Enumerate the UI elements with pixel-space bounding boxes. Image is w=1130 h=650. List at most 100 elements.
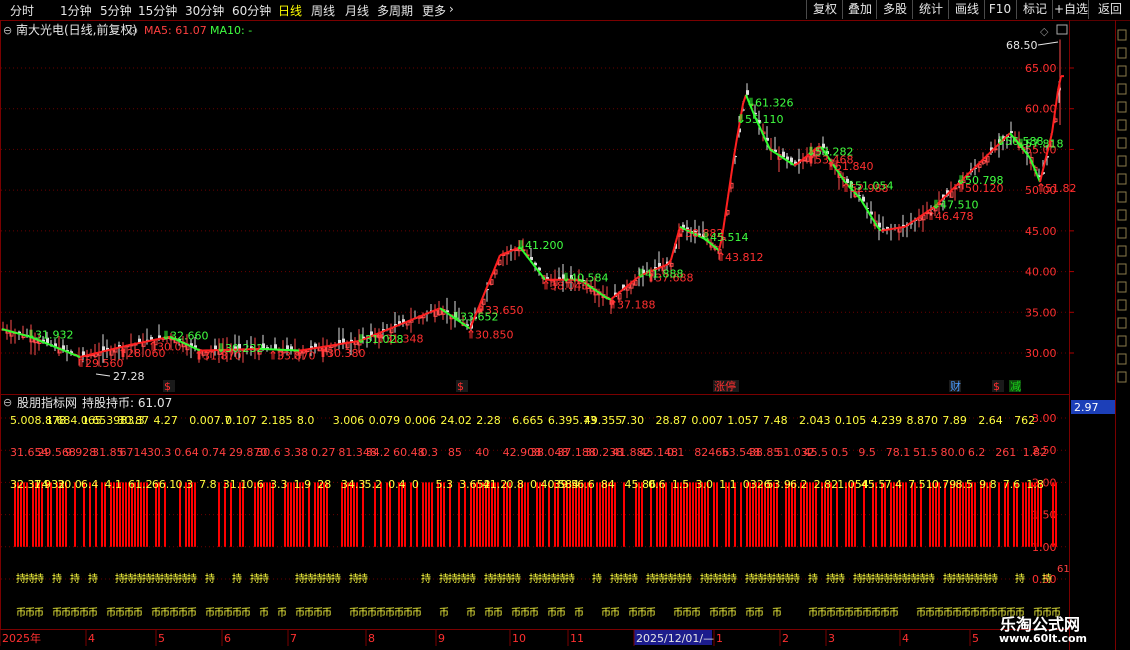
sell-point-label: 53.282 xyxy=(815,146,854,159)
event-marker[interactable]: $ xyxy=(164,380,171,393)
sidebar-glyph xyxy=(1117,227,1127,239)
hold-glyph: 持 xyxy=(592,572,602,585)
diamond-icon[interactable]: ◇ xyxy=(1040,25,1049,38)
panel-toggle-icon[interactable] xyxy=(1056,24,1068,35)
indicator-bar xyxy=(965,482,967,547)
sidebar-glyph xyxy=(1117,155,1127,167)
indicator-bar xyxy=(134,482,136,547)
trend-segment xyxy=(511,248,516,252)
indicator-bar xyxy=(650,482,652,547)
period-tab-1[interactable]: 1分钟 xyxy=(60,2,92,19)
toolbar-button-0[interactable]: 复权 xyxy=(806,0,843,19)
indicator-bar xyxy=(242,482,244,547)
coin-glyph: 币 xyxy=(412,607,422,619)
period-tab-4[interactable]: 30分钟 xyxy=(185,2,224,19)
indicator-value: 8.870 xyxy=(907,414,939,427)
annotate-button[interactable]: 标记 xyxy=(1016,0,1053,19)
coin-glyph: 币 xyxy=(610,607,620,619)
sidebar-glyph xyxy=(1117,83,1127,95)
trend-line xyxy=(1,75,1064,359)
indicator-value: 0.4 xyxy=(388,478,406,491)
trend-segment xyxy=(391,325,396,329)
indicator-value: 1.82 xyxy=(1023,446,1048,459)
indicator-bar xyxy=(17,482,19,547)
sell-point-label: 40.584 xyxy=(570,272,609,285)
toolbar-button-7[interactable]: 返回 xyxy=(1088,0,1130,19)
buy-point-label: 30.380 xyxy=(327,347,366,360)
trend-segment xyxy=(502,251,507,255)
indicator-bar xyxy=(989,482,991,547)
toolbar-button-5[interactable]: F10 xyxy=(984,0,1015,19)
indicator-collapse-icon[interactable]: ⊖ xyxy=(3,396,12,409)
hold-glyph: 持 xyxy=(331,572,341,585)
period-tab-5[interactable]: 60分钟 xyxy=(232,2,271,19)
hold-glyph: 持 xyxy=(52,572,62,585)
indicator-bar xyxy=(425,482,427,547)
trend-segment xyxy=(526,255,531,261)
indicator-bar xyxy=(611,482,613,547)
period-tab-0[interactable]: 分时 xyxy=(10,2,34,19)
trend-segment xyxy=(85,353,90,357)
indicator-bar xyxy=(800,482,802,547)
trend-segment xyxy=(112,347,117,350)
indicator-value: 1.057 xyxy=(727,414,759,427)
event-marker[interactable]: $ xyxy=(993,380,1000,393)
indicator-value: 0.079 xyxy=(369,414,401,427)
toolbar-button-3[interactable]: 统计 xyxy=(912,0,949,19)
indicator-bar xyxy=(374,482,376,547)
event-marker[interactable]: 减 xyxy=(1010,380,1021,393)
event-marker[interactable]: $ xyxy=(457,380,464,393)
trend-segment xyxy=(13,331,18,335)
indicator-bar xyxy=(896,482,898,547)
indicator-bar xyxy=(83,482,85,547)
period-tab-3[interactable]: 15分钟 xyxy=(138,2,177,19)
indicator-bar xyxy=(272,482,274,547)
indicator-bar xyxy=(35,482,37,547)
indicator-bar xyxy=(986,482,988,547)
toolbar-button-1[interactable]: 叠加 xyxy=(842,0,877,19)
collapse-icon[interactable]: ⊖ xyxy=(3,24,12,37)
indicator-value: 4.27 xyxy=(153,414,178,427)
trend-segment xyxy=(406,319,411,323)
hold-glyph: 持 xyxy=(421,572,431,585)
toolbar-button-4[interactable]: 画线 xyxy=(948,0,985,19)
indicator-value: 9.8 xyxy=(979,478,997,491)
hold-glyph: 持 xyxy=(808,572,818,585)
period-tab-2[interactable]: 5分钟 xyxy=(100,2,132,19)
trend-segment xyxy=(433,308,438,312)
hold-glyph: 持 xyxy=(88,572,98,585)
period-toolbar: 分时 1分钟 5分钟 15分钟 30分钟 60分钟 日线 周线 月线 多周期 更多 › 复权 叠加 多股 统计… xyxy=(0,0,1130,21)
toolbar-button-2[interactable]: 多股 xyxy=(876,0,913,19)
period-tab-7[interactable]: 周线 xyxy=(311,2,335,19)
trend-segment xyxy=(385,328,390,332)
indicator-bar xyxy=(884,482,886,547)
low-price-label: 27.28 xyxy=(113,370,145,383)
price-grid xyxy=(1,67,1069,354)
indicator-bar xyxy=(713,482,715,547)
indicator-bar xyxy=(1052,482,1054,547)
event-marker[interactable]: 财 xyxy=(950,379,961,393)
indicator-bar xyxy=(755,482,757,547)
settings-icon[interactable]: ⊙ xyxy=(129,24,138,37)
hold-glyph: 持 xyxy=(727,572,737,585)
indicator-value: 6.665 xyxy=(512,414,544,427)
kline-chart[interactable]: 65.0060.0055.0050.0045.0040.0035.0030.00… xyxy=(0,20,1130,650)
sell-point-label: 50.798 xyxy=(965,174,1004,187)
trend-segment xyxy=(46,342,51,346)
period-tab-10[interactable]: 更多 xyxy=(422,2,446,19)
indicator-value: 2.82 xyxy=(814,478,839,491)
indicator-bar xyxy=(104,482,106,547)
date-label: 2 xyxy=(782,632,789,645)
coin-glyph: 币 xyxy=(574,607,584,619)
event-marker[interactable]: 涨停 xyxy=(714,379,736,393)
indicator-bar xyxy=(284,482,286,547)
toolbar-button-6[interactable]: +自选 xyxy=(1052,0,1089,19)
period-tab-9[interactable]: 多周期 xyxy=(377,2,413,19)
period-tab-6[interactable]: 日线 xyxy=(278,2,302,19)
trend-segment xyxy=(877,226,882,232)
period-tab-8[interactable]: 月线 xyxy=(345,2,369,19)
indicator-bar xyxy=(935,482,937,547)
more-chevron-icon[interactable]: › xyxy=(449,2,454,16)
indicator-value: 45.5 xyxy=(804,446,829,459)
indicator-bar xyxy=(260,482,262,547)
